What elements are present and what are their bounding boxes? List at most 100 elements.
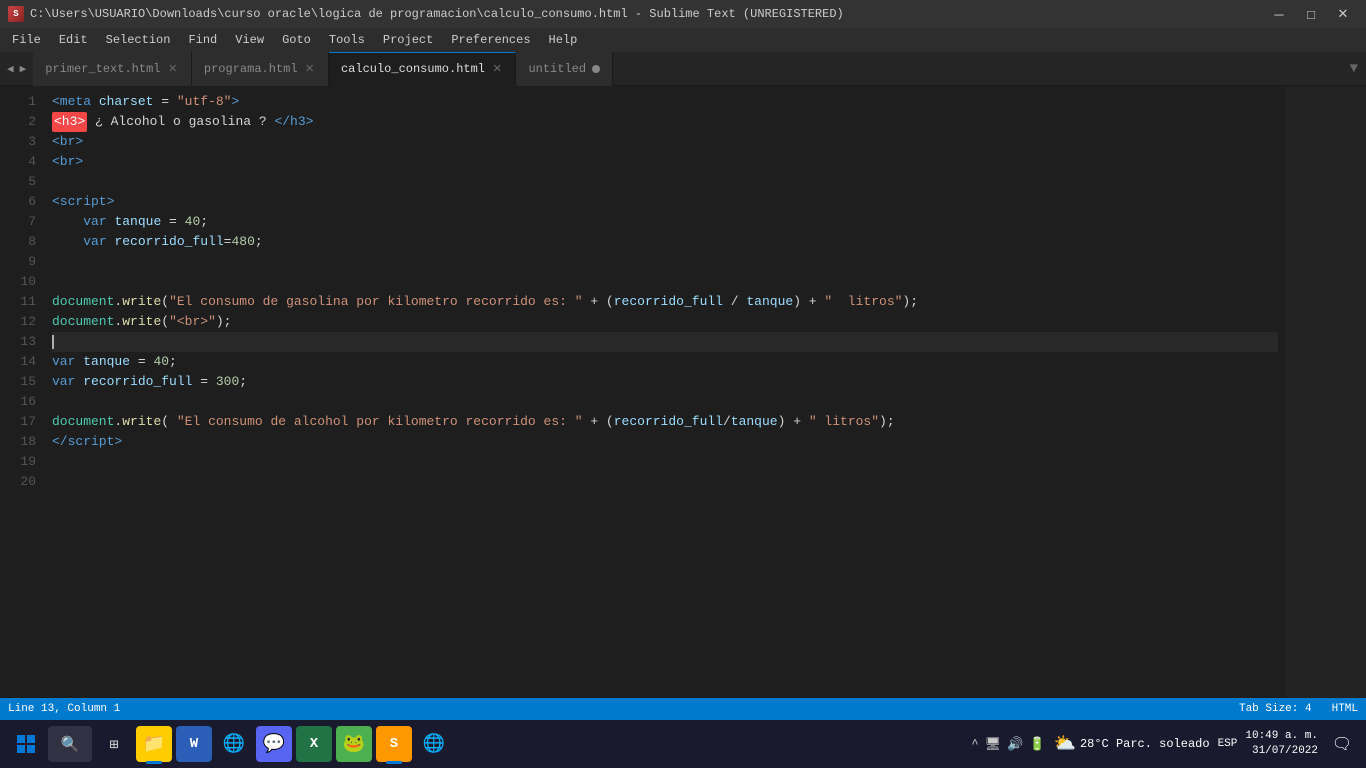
tab-prev-arrow[interactable]: ◀ bbox=[4, 60, 17, 78]
tab-label: untitled bbox=[528, 62, 586, 76]
menu-help[interactable]: Help bbox=[541, 31, 586, 49]
tab-label: programa.html bbox=[204, 62, 298, 76]
taskbar-file-explorer[interactable]: 📁 bbox=[136, 726, 172, 762]
tab-next-arrow[interactable]: ▶ bbox=[17, 60, 30, 78]
menu-project[interactable]: Project bbox=[375, 31, 441, 49]
clock-time: 10:49 a. m. bbox=[1245, 729, 1318, 744]
menu-tools[interactable]: Tools bbox=[321, 31, 373, 49]
taskbar-clock[interactable]: 10:49 a. m. 31/07/2022 bbox=[1245, 729, 1318, 760]
taskbar-task-view[interactable]: ⊞ bbox=[96, 726, 132, 762]
app-logo: S bbox=[8, 6, 24, 22]
excel-icon: X bbox=[310, 736, 318, 752]
taskbar-discord[interactable]: 💬 bbox=[256, 726, 292, 762]
weather-icon: ⛅ bbox=[1054, 733, 1076, 755]
minimap[interactable] bbox=[1286, 86, 1366, 698]
menu-selection[interactable]: Selection bbox=[98, 31, 179, 49]
status-bar-right: Tab Size: 4 HTML bbox=[1239, 703, 1358, 715]
code-line-6: <script> bbox=[52, 192, 1278, 212]
code-line-13 bbox=[52, 332, 1278, 352]
editor-container: 1 2 3 4 5 6 7 8 9 10 11 12 13 14 15 16 1… bbox=[0, 86, 1366, 698]
taskbar-active-indicator-2 bbox=[386, 761, 402, 764]
status-position: Line 13, Column 1 bbox=[8, 703, 120, 715]
menu-view[interactable]: View bbox=[227, 31, 272, 49]
system-tray: ^ 🖥 🔊 🔋 bbox=[971, 737, 1045, 752]
taskbar-chrome-2[interactable]: 🌐 bbox=[416, 726, 452, 762]
menu-preferences[interactable]: Preferences bbox=[443, 31, 538, 49]
code-line-7: var tanque = 40; bbox=[52, 212, 1278, 232]
tab-programa[interactable]: programa.html ✕ bbox=[192, 52, 329, 86]
code-line-1: <meta charset = "utf-8"> bbox=[52, 92, 1278, 112]
code-line-9 bbox=[52, 252, 1278, 272]
menu-file[interactable]: File bbox=[4, 31, 49, 49]
notification-center[interactable]: 🗨 bbox=[1326, 728, 1358, 760]
status-language[interactable]: HTML bbox=[1332, 703, 1358, 715]
search-icon: 🔍 bbox=[61, 735, 80, 754]
taskbar-sublime[interactable]: S bbox=[376, 726, 412, 762]
code-line-5 bbox=[52, 172, 1278, 192]
taskbar-app-green[interactable]: 🐸 bbox=[336, 726, 372, 762]
code-line-14: var tanque = 40; bbox=[52, 352, 1278, 372]
word-icon: W bbox=[190, 736, 198, 752]
status-tab-size[interactable]: Tab Size: 4 bbox=[1239, 703, 1312, 715]
code-line-20 bbox=[52, 472, 1278, 492]
tray-volume[interactable]: 🔊 bbox=[1007, 737, 1023, 752]
keyboard-language[interactable]: ESP bbox=[1218, 738, 1238, 750]
code-line-3: <br> bbox=[52, 132, 1278, 152]
maximize-button[interactable]: □ bbox=[1296, 4, 1326, 24]
code-line-15: var recorrido_full = 300; bbox=[52, 372, 1278, 392]
tray-network[interactable]: 🖥 bbox=[985, 737, 1002, 752]
clock-date: 31/07/2022 bbox=[1245, 744, 1318, 759]
tab-calculo-consumo[interactable]: calculo_consumo.html ✕ bbox=[329, 52, 516, 86]
code-line-17: document.write( "El consumo de alcohol p… bbox=[52, 412, 1278, 432]
chrome-2-icon: 🌐 bbox=[423, 733, 445, 755]
taskbar-chrome[interactable]: 🌐 bbox=[216, 726, 252, 762]
code-line-11: document.write("El consumo de gasolina p… bbox=[52, 292, 1278, 312]
tab-close-calculo[interactable]: ✕ bbox=[491, 62, 503, 76]
menu-edit[interactable]: Edit bbox=[51, 31, 96, 49]
tab-bar: ◀ ▶ primer_text.html ✕ programa.html ✕ c… bbox=[0, 52, 1366, 86]
notification-icon: 🗨 bbox=[1332, 734, 1352, 754]
weather-widget[interactable]: ⛅ 28°C Parc. soleado bbox=[1054, 733, 1210, 755]
menu-goto[interactable]: Goto bbox=[274, 31, 319, 49]
tab-label: calculo_consumo.html bbox=[341, 62, 485, 76]
tab-untitled[interactable]: untitled bbox=[516, 52, 613, 86]
code-line-8: var recorrido_full=480; bbox=[52, 232, 1278, 252]
tab-bar-overflow[interactable]: ▼ bbox=[1350, 61, 1366, 77]
tray-chevron[interactable]: ^ bbox=[971, 737, 978, 751]
title-text: C:\Users\USUARIO\Downloads\curso oracle\… bbox=[30, 7, 844, 21]
sublime-icon: S bbox=[390, 736, 398, 752]
tab-close-primer[interactable]: ✕ bbox=[166, 62, 178, 76]
taskbar-search[interactable]: 🔍 bbox=[48, 726, 92, 762]
menu-find[interactable]: Find bbox=[180, 31, 225, 49]
code-line-2: <h3> ¿ Alcohol o gasolina ? </h3> bbox=[52, 112, 1278, 132]
code-editor[interactable]: <meta charset = "utf-8"> <h3> ¿ Alcohol … bbox=[44, 86, 1286, 698]
green-app-icon: 🐸 bbox=[343, 733, 365, 755]
task-view-icon: ⊞ bbox=[109, 735, 118, 754]
tab-primer-text[interactable]: primer_text.html ✕ bbox=[33, 52, 192, 86]
minimize-button[interactable]: ─ bbox=[1264, 4, 1294, 24]
windows-start-button[interactable] bbox=[8, 726, 44, 762]
title-bar: S C:\Users\USUARIO\Downloads\curso oracl… bbox=[0, 0, 1366, 28]
folder-icon: 📁 bbox=[143, 733, 165, 755]
taskbar-word[interactable]: W bbox=[176, 726, 212, 762]
code-line-10 bbox=[52, 272, 1278, 292]
chrome-icon: 🌐 bbox=[223, 733, 245, 755]
tab-label: primer_text.html bbox=[45, 62, 160, 76]
taskbar-excel[interactable]: X bbox=[296, 726, 332, 762]
discord-icon: 💬 bbox=[263, 733, 285, 755]
tab-unsaved-dot bbox=[592, 65, 600, 73]
code-line-4: <br> bbox=[52, 152, 1278, 172]
weather-text: 28°C Parc. soleado bbox=[1080, 737, 1210, 751]
tab-close-programa[interactable]: ✕ bbox=[304, 62, 316, 76]
code-line-16 bbox=[52, 392, 1278, 412]
close-button[interactable]: ✕ bbox=[1328, 4, 1358, 24]
tray-battery[interactable]: 🔋 bbox=[1029, 737, 1045, 752]
window-controls: ─ □ ✕ bbox=[1264, 4, 1358, 24]
taskbar-active-indicator bbox=[146, 761, 162, 764]
taskbar: 🔍 ⊞ 📁 W 🌐 💬 X 🐸 S 🌐 ^ 🖥 🔊 bbox=[0, 720, 1366, 768]
status-bar: Line 13, Column 1 Tab Size: 4 HTML bbox=[0, 698, 1366, 720]
tab-arrows: ◀ ▶ bbox=[0, 60, 33, 78]
line-numbers: 1 2 3 4 5 6 7 8 9 10 11 12 13 14 15 16 1… bbox=[0, 86, 44, 698]
code-line-18: </script> bbox=[52, 432, 1278, 452]
taskbar-right: ^ 🖥 🔊 🔋 ⛅ 28°C Parc. soleado ESP 10:49 a… bbox=[971, 728, 1358, 760]
